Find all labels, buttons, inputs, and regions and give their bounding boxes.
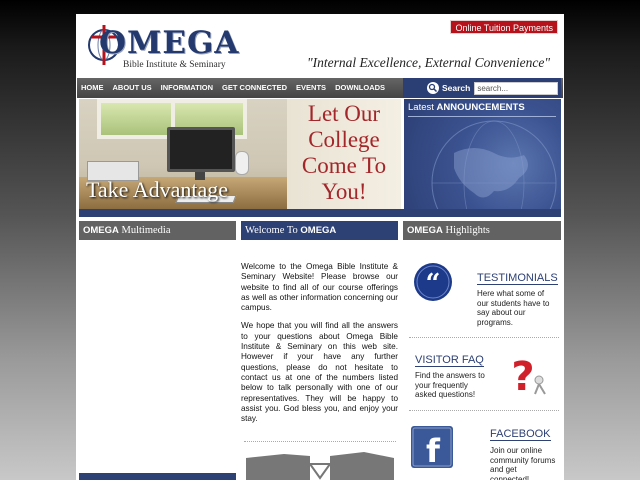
multimedia-header: OMEGA Multimedia xyxy=(79,221,236,240)
welcome-paragraph: Welcome to the Omega Bible Institute & S… xyxy=(241,262,398,313)
us-map-image xyxy=(246,452,394,480)
divider xyxy=(79,209,561,217)
main-nav: HOME ABOUT US INFORMATION GET CONNECTED … xyxy=(77,78,563,98)
highlights-header: OMEGA Highlights xyxy=(403,221,561,240)
nav-about-us[interactable]: ABOUT US xyxy=(113,78,152,98)
banner-headline: Let Our College Come To You! xyxy=(301,101,387,204)
nav-downloads[interactable]: DOWNLOADS xyxy=(335,78,385,98)
monitor-image xyxy=(167,127,235,172)
nav-home[interactable]: HOME xyxy=(81,78,104,98)
welcome-text: Welcome to the Omega Bible Institute & S… xyxy=(241,262,398,432)
question-mark-icon: ? xyxy=(511,354,546,396)
site-header: OMEGA Bible Institute & Seminary Online … xyxy=(76,14,564,78)
divider xyxy=(244,441,396,442)
site-logo[interactable]: OMEGA Bible Institute & Seminary xyxy=(81,22,241,78)
divider xyxy=(408,116,556,117)
multimedia-footer-bar xyxy=(79,473,236,480)
search-input[interactable] xyxy=(474,81,559,95)
testimonials-item[interactable]: “ TESTIMONIALS Here what some of our stu… xyxy=(403,246,561,327)
facebook-item[interactable]: f FACEBOOK Join our online community for… xyxy=(403,414,561,480)
facebook-title[interactable]: FACEBOOK xyxy=(490,428,551,441)
facebook-text: Join our online community forums and get… xyxy=(490,446,556,480)
testimonials-title[interactable]: TESTIMONIALS xyxy=(477,272,558,285)
welcome-paragraph: We hope that you will find all the answe… xyxy=(241,321,398,424)
visitor-faq-item[interactable]: VISITOR FAQ Find the answers to your fre… xyxy=(403,340,561,412)
divider xyxy=(409,410,559,411)
lamp-image xyxy=(235,151,249,175)
search-icon[interactable] xyxy=(427,82,439,94)
visitor-faq-text: Find the answers to your frequently aske… xyxy=(415,371,485,399)
facebook-icon: f xyxy=(411,426,453,468)
logo-subtitle: Bible Institute & Seminary xyxy=(123,60,226,70)
welcome-header: Welcome To OMEGA xyxy=(241,221,398,240)
announcements-title: Latest ANNOUNCEMENTS xyxy=(408,102,525,113)
testimonials-text: Here what some of our students have to s… xyxy=(477,289,550,327)
page: OMEGA Bible Institute & Seminary Online … xyxy=(76,14,564,480)
divider xyxy=(409,337,559,338)
quote-icon: “ xyxy=(414,263,452,301)
nav-information[interactable]: INFORMATION xyxy=(161,78,213,98)
svg-text:“: “ xyxy=(426,269,441,299)
svg-text:f: f xyxy=(426,432,441,468)
nav-events[interactable]: EVENTS xyxy=(296,78,326,98)
svg-text:?: ? xyxy=(511,354,534,396)
hero-banner[interactable]: Let Our College Come To You! Take Advant… xyxy=(79,99,401,209)
globe-icon xyxy=(431,120,557,209)
announcements-panel[interactable]: Latest ANNOUNCEMENTS xyxy=(404,99,561,209)
logo-text: OMEGA xyxy=(99,25,240,61)
banner-caption: Take Advantage xyxy=(86,177,229,202)
nav-get-connected[interactable]: GET CONNECTED xyxy=(222,78,287,98)
visitor-faq-title[interactable]: VISITOR FAQ xyxy=(415,354,484,367)
search-label: Search xyxy=(442,83,471,93)
search-box: Search xyxy=(403,78,561,98)
online-tuition-button[interactable]: Online Tuition Payments xyxy=(450,20,558,34)
tagline: "Internal Excellence, External Convenien… xyxy=(307,55,550,70)
